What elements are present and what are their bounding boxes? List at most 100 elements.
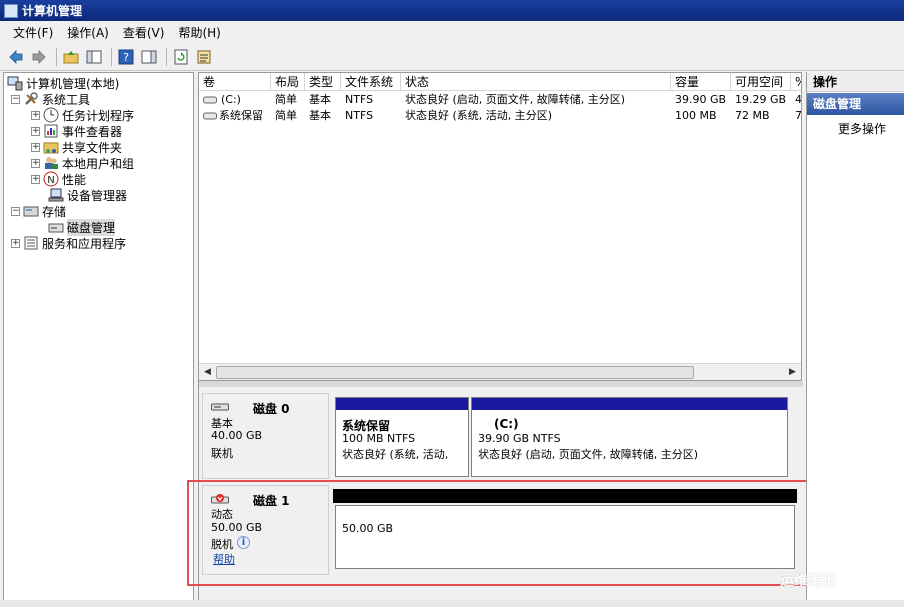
col-header-status[interactable]: 状态 [401,73,671,90]
svg-text:N: N [47,175,54,186]
tree-item-system-tools[interactable]: − 系统工具 [11,91,90,107]
col-header-layout[interactable]: 布局 [271,73,305,90]
svg-text:?: ? [123,51,129,64]
tree-item-storage[interactable]: − 存储 [11,203,66,219]
col-header-percent[interactable]: % [791,73,801,90]
pane-splitter[interactable] [199,381,803,387]
horizontal-scrollbar[interactable]: ◀ ▶ [199,363,801,380]
col-header-volume[interactable]: 卷 [199,73,271,90]
help-button[interactable]: ? [116,47,136,67]
cell-filesystem: NTFS [345,93,374,106]
expand-icon[interactable]: + [31,110,40,120]
tree-item-root[interactable]: 计算机管理(本地) [7,75,119,91]
disk-icon [211,403,229,411]
cell-percent: 4 [795,93,802,106]
table-row[interactable]: 系统保留 简单 基本 NTFS 状态良好 (系统, 活动, 主分区) 100 M… [199,108,801,124]
disk0-state: 联机 [211,447,233,460]
col-header-capacity[interactable]: 容量 [671,73,731,90]
partition-c[interactable]: (C:) 39.90 GB NTFS 状态良好 (启动, 页面文件, 故障转储,… [471,397,788,477]
toolbar-separator [111,47,112,66]
menu-action[interactable]: 操作(A) [60,24,116,41]
refresh-icon [174,49,188,64]
scrollbar-thumb[interactable] [216,366,694,379]
tree-label-storage: 存储 [42,204,67,219]
partition-status: 状态良好 (启动, 页面文件, 故障转储, 主分区) [478,448,699,461]
tree-label-shared-folders: 共享文件夹 [62,140,123,155]
tree-item-local-users[interactable]: + 本地用户和组 [31,155,134,171]
menu-help[interactable]: 帮助(H) [171,24,227,41]
volume-icon [203,96,217,104]
menu-file[interactable]: 文件(F) [6,24,60,41]
title-bar: 计算机管理 [0,0,904,21]
cell-free-space: 72 MB [735,109,770,122]
toolbar: ? [0,43,904,71]
scroll-left-icon[interactable]: ◀ [200,365,215,380]
show-hide-tree-button[interactable] [84,47,104,67]
table-row[interactable]: (C:) 简单 基本 NTFS 状态良好 (启动, 页面文件, 故障转储, 主分… [199,92,802,108]
expand-icon[interactable]: + [31,174,40,184]
volume-list-header: 卷 布局 类型 文件系统 状态 容量 可用空间 % [199,73,801,91]
partition-system-reserved[interactable]: 系统保留 100 MB NTFS 状态良好 (系统, 活动, [335,397,469,477]
actions-header: 操作 [807,72,904,92]
tree-label-device-manager: 设备管理器 [67,188,128,203]
properties-button[interactable] [194,47,214,67]
col-header-filesystem[interactable]: 文件系统 [341,73,401,90]
tree-label-services-apps: 服务和应用程序 [42,236,127,251]
back-button[interactable] [6,47,26,67]
cell-volume: 系统保留 [199,108,271,124]
tree-label-system-tools: 系统工具 [42,92,91,107]
tree-item-event-viewer[interactable]: + 事件查看器 [31,123,122,139]
expand-icon[interactable]: + [31,158,40,168]
cell-type: 基本 [309,109,331,122]
tools-icon [25,92,38,105]
expand-icon[interactable]: + [31,142,40,152]
tree-item-performance[interactable]: + N 性能 [31,171,86,187]
menu-view[interactable]: 查看(V) [116,24,172,41]
tree-label-task-scheduler: 任务计划程序 [62,108,135,123]
collapse-icon[interactable]: − [11,94,20,104]
volume-icon [203,112,217,120]
expand-icon[interactable]: + [11,238,20,248]
tree-label-event-viewer: 事件查看器 [62,124,123,139]
forward-arrow-icon [32,49,46,64]
tree-label-local-users: 本地用户和组 [62,156,135,171]
expand-icon[interactable]: + [31,126,40,136]
scroll-right-icon[interactable]: ▶ [785,365,800,380]
annotation-highlight-box [187,480,810,586]
storage-icon [23,206,39,217]
col-header-free-space[interactable]: 可用空间 [731,73,791,90]
cell-layout: 简单 [275,109,297,122]
cell-free-space: 19.29 GB [735,93,787,106]
watermark: 运维笔记 [780,573,836,589]
tree-item-disk-management[interactable]: 磁盘管理 [48,218,116,236]
up-level-button[interactable] [61,47,81,67]
tree-item-task-scheduler[interactable]: + 任务计划程序 [31,107,134,123]
disk0-info[interactable]: 磁盘 0 基本 40.00 GB 联机 [202,393,329,479]
partition-size: 39.90 GB NTFS [478,432,561,445]
actions-section-disk-management[interactable]: 磁盘管理 [807,93,904,115]
device-manager-icon [48,188,64,202]
tree-label-disk-management: 磁盘管理 [67,218,116,236]
refresh-button[interactable] [171,47,191,67]
cell-status: 状态良好 (系统, 活动, 主分区) [405,109,553,122]
volume-list: 卷 布局 类型 文件系统 状态 容量 可用空间 % (C:) 简单 基本 NTF… [198,72,802,381]
show-hide-action-pane-button[interactable] [139,47,159,67]
volume-name: 系统保留 [219,109,263,122]
partition-name: (C:) [494,417,519,431]
cell-capacity: 39.90 GB [675,93,727,106]
cell-status: 状态良好 (启动, 页面文件, 故障转储, 主分区) [405,93,626,106]
col-header-type[interactable]: 类型 [305,73,341,90]
users-icon [45,157,58,169]
collapse-icon[interactable]: − [11,206,20,216]
help-icon: ? [118,49,134,64]
disk0-size: 40.00 GB [211,429,263,442]
cell-filesystem: NTFS [345,109,374,122]
forward-button[interactable] [29,47,49,67]
properties-icon [197,50,211,63]
tree-item-services-apps[interactable]: + 服务和应用程序 [11,235,126,251]
cell-type: 基本 [309,93,331,106]
more-actions-item[interactable]: 更多操作 [838,120,886,137]
tree-item-shared-folders[interactable]: + 共享文件夹 [31,139,122,155]
tree-label-performance: 性能 [62,172,87,187]
tree-item-device-manager[interactable]: 设备管理器 [48,187,127,203]
